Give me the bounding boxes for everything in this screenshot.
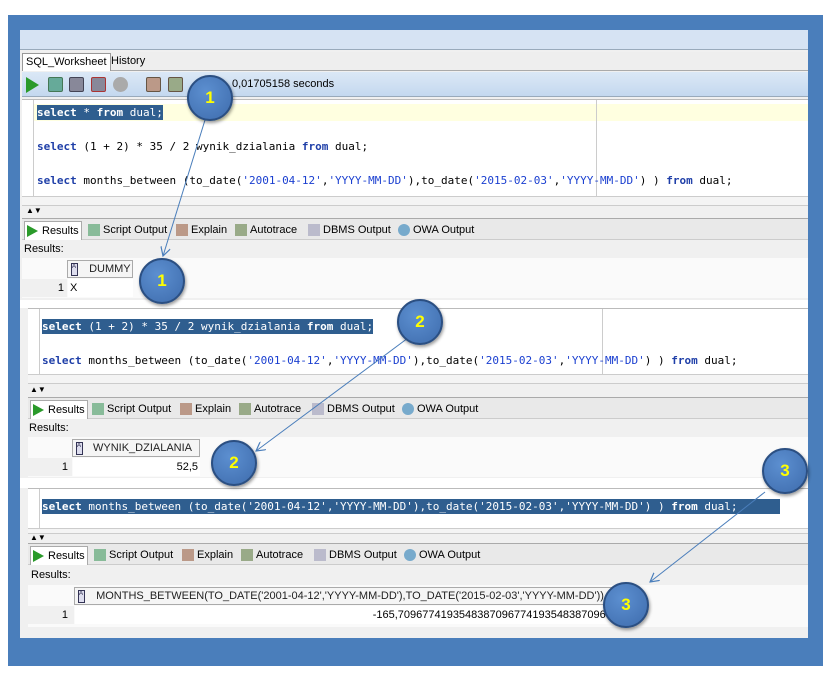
callout-2-target: 2 [211,440,257,486]
callout-1-source: 1 [187,75,233,121]
arrow-3 [650,491,766,582]
callout-3-target: 3 [603,582,649,628]
callout-3-source: 3 [762,448,808,494]
callout-2-source: 2 [397,299,443,345]
callout-1-target: 1 [139,258,185,304]
arrow-2 [256,337,409,451]
arrow-1 [163,119,206,256]
